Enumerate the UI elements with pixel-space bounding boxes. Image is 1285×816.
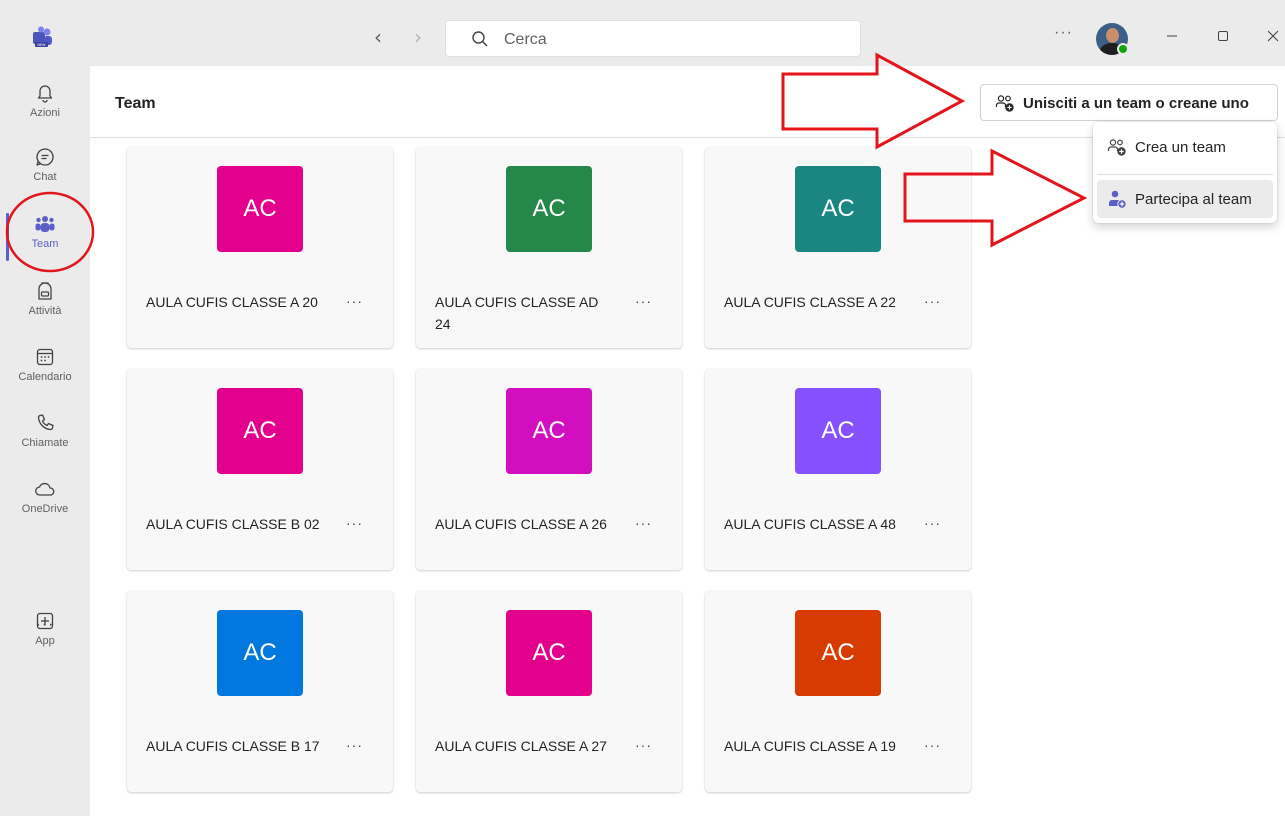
presence-available-icon xyxy=(1117,43,1129,55)
team-avatar: AC xyxy=(506,610,592,696)
join-or-create-team-button[interactable]: Unisciti a un team o creane uno xyxy=(980,84,1278,121)
team-avatar: AC xyxy=(506,166,592,252)
team-name: AULA CUFIS CLASSE B 17 xyxy=(146,738,320,754)
rail-item-label: App xyxy=(35,635,55,647)
search-icon xyxy=(472,31,488,47)
back-arrow-icon[interactable]: ‹ xyxy=(374,27,382,47)
team-initials: AC xyxy=(243,639,277,666)
rail-item-label: Attività xyxy=(28,305,62,317)
team-more-options-icon[interactable]: ··· xyxy=(924,294,941,308)
backpack-icon xyxy=(38,282,52,300)
team-name: AULA CUFIS CLASSE AD 24 xyxy=(435,294,599,332)
team-card[interactable]: AC AULA CUFIS CLASSE B 17 ··· xyxy=(127,591,393,792)
team-avatar: AC xyxy=(217,610,303,696)
team-name: AULA CUFIS CLASSE A 48 xyxy=(724,516,896,532)
forward-arrow-icon[interactable]: › xyxy=(414,27,422,47)
team-more-options-icon[interactable]: ··· xyxy=(635,516,652,530)
team-avatar: AC xyxy=(506,388,592,474)
team-avatar: AC xyxy=(217,388,303,474)
rail-item-azioni[interactable]: Azioni xyxy=(0,78,90,138)
team-initials: AC xyxy=(532,639,566,666)
rail-item-app[interactable]: App xyxy=(0,606,90,666)
team-card[interactable]: AC AULA CUFIS CLASSE A 48 ··· xyxy=(705,369,971,570)
close-icon[interactable] xyxy=(1263,26,1283,46)
team-card[interactable]: AC AULA CUFIS CLASSE A 22 ··· xyxy=(705,147,971,348)
team-initials: AC xyxy=(243,195,277,222)
team-card[interactable]: AC AULA CUFIS CLASSE A 19 ··· xyxy=(705,591,971,792)
join-or-create-team-label: Unisciti a un team o creane uno xyxy=(1023,95,1249,112)
menu-item-join-team[interactable]: Partecipa al team xyxy=(1097,180,1273,218)
avatar-face xyxy=(1106,28,1119,43)
team-avatar: AC xyxy=(795,388,881,474)
rail-item-label: Chiamate xyxy=(21,437,69,449)
minimize-icon[interactable] xyxy=(1162,26,1182,46)
team-card[interactable]: AC AULA CUFIS CLASSE A 20 ··· xyxy=(127,147,393,348)
chat-icon xyxy=(36,148,54,166)
menu-item-create-team[interactable]: Crea un team xyxy=(1097,128,1273,166)
team-card[interactable]: AC AULA CUFIS CLASSE A 26 ··· xyxy=(416,369,682,570)
team-name: AULA CUFIS CLASSE A 27 xyxy=(435,738,607,754)
cloud-icon xyxy=(35,482,55,496)
team-card[interactable]: AC AULA CUFIS CLASSE AD 24 ··· xyxy=(416,147,682,348)
team-card[interactable]: AC AULA CUFIS CLASSE B 02 ··· xyxy=(127,369,393,570)
rail-item-label: Azioni xyxy=(30,107,60,119)
team-initials: AC xyxy=(532,417,566,444)
rail-item-label: Team xyxy=(31,238,59,250)
join-or-create-menu: Crea un team Partecipa al team xyxy=(1093,122,1277,223)
maximize-icon[interactable] xyxy=(1213,26,1233,46)
rail-item-chiamate[interactable]: Chiamate xyxy=(0,408,90,468)
team-name: AULA CUFIS CLASSE A 19 xyxy=(724,738,896,754)
team-more-options-icon[interactable]: ··· xyxy=(635,738,652,752)
team-name: AULA CUFIS CLASSE A 22 xyxy=(724,294,896,310)
teams-icon xyxy=(35,216,55,232)
rail-item-calendario[interactable]: Calendario xyxy=(0,342,90,402)
team-initials: AC xyxy=(821,195,855,222)
team-initials: AC xyxy=(821,417,855,444)
phone-icon xyxy=(37,414,54,431)
search-placeholder: Cerca xyxy=(504,31,547,48)
menu-divider xyxy=(1097,174,1273,175)
app-rail: Azioni Chat Team Attività Calendario Chi… xyxy=(0,66,90,816)
team-more-options-icon[interactable]: ··· xyxy=(635,294,652,308)
team-more-options-icon[interactable]: ··· xyxy=(346,294,363,308)
svg-text:NEW: NEW xyxy=(37,43,46,47)
menu-item-label: Crea un team xyxy=(1135,139,1226,156)
rail-item-label: Chat xyxy=(33,171,57,183)
team-name: AULA CUFIS CLASSE A 26 xyxy=(435,516,607,532)
rail-item-label: OneDrive xyxy=(21,503,69,515)
rail-item-team[interactable]: Team xyxy=(0,209,90,269)
team-avatar: AC xyxy=(795,166,881,252)
search-input[interactable]: Cerca xyxy=(445,20,861,57)
more-options-icon[interactable]: ··· xyxy=(1054,25,1073,41)
team-name: AULA CUFIS CLASSE A 20 xyxy=(146,294,318,310)
team-initials: AC xyxy=(532,195,566,222)
add-app-icon xyxy=(36,612,54,630)
page-title: Team xyxy=(115,95,156,112)
rail-item-chat[interactable]: Chat xyxy=(0,142,90,202)
teams-logo-icon: NEW xyxy=(33,26,52,47)
people-add-icon xyxy=(1107,139,1126,156)
rail-item-label: Calendario xyxy=(18,371,72,383)
calendar-icon xyxy=(36,348,54,366)
people-add-icon xyxy=(995,95,1014,112)
team-avatar: AC xyxy=(795,610,881,696)
rail-item-onedrive[interactable]: OneDrive xyxy=(0,474,90,534)
team-more-options-icon[interactable]: ··· xyxy=(346,738,363,752)
bell-icon xyxy=(37,85,53,103)
team-card[interactable]: AC AULA CUFIS CLASSE A 27 ··· xyxy=(416,591,682,792)
team-initials: AC xyxy=(821,639,855,666)
team-initials: AC xyxy=(243,417,277,444)
title-bar: NEW ‹ › Cerca ··· xyxy=(0,0,1285,66)
team-more-options-icon[interactable]: ··· xyxy=(346,516,363,530)
team-avatar: AC xyxy=(217,166,303,252)
team-more-options-icon[interactable]: ··· xyxy=(924,516,941,530)
team-more-options-icon[interactable]: ··· xyxy=(924,738,941,752)
menu-item-label: Partecipa al team xyxy=(1135,191,1252,208)
team-name: AULA CUFIS CLASSE B 02 xyxy=(146,516,320,532)
rail-item-attivita[interactable]: Attività xyxy=(0,276,90,336)
person-join-icon xyxy=(1109,190,1127,209)
